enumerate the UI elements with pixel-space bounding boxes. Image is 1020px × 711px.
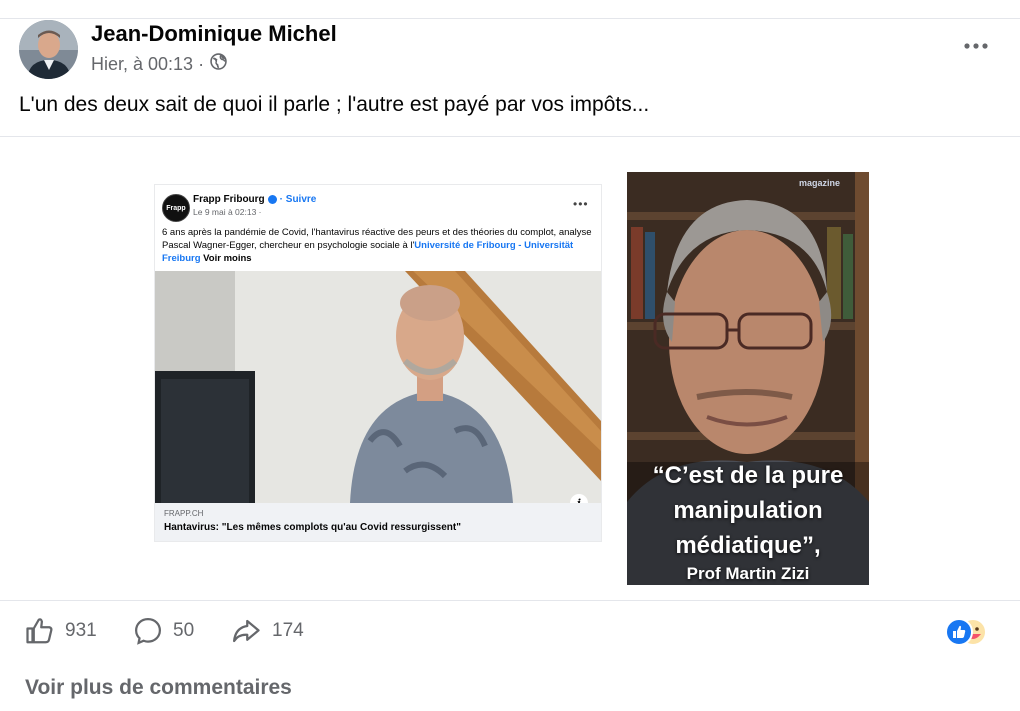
magazine-watermark: magazine [799, 178, 841, 188]
embedded-post-date: Le 9 mai à 02:13 · [193, 207, 262, 217]
link-headline: Hantavirus: "Les mêmes complots qu'au Co… [164, 522, 461, 533]
quote-portrait-image[interactable]: magazine “C’est de la pure manipulation … [627, 172, 869, 585]
action-bar: 931 50 174 [0, 601, 1020, 663]
embedded-post-text: 6 ans après la pandémie de Covid, l'hant… [162, 226, 592, 265]
author-name[interactable]: Jean-Dominique Michel [91, 21, 337, 47]
embedded-ellipsis-icon: ••• [573, 197, 589, 211]
share-button[interactable]: 174 [230, 616, 304, 646]
post-meta: Hier, à 00:13 · [91, 53, 227, 75]
view-more-comments-link[interactable]: Voir plus de commentaires [25, 676, 292, 700]
quote-author: Prof Martin Zizi [686, 564, 810, 583]
comment-button[interactable]: 50 [133, 616, 194, 646]
embedded-link-preview: FRAPP.CH Hantavirus: "Les mêmes complots… [155, 503, 601, 541]
thumbs-up-icon [26, 618, 53, 644]
share-count: 174 [272, 620, 304, 641]
embedded-post-screenshot[interactable]: Frapp Frapp Fribourg · Suivre Le 9 mai à… [155, 185, 601, 541]
embedded-see-less: Voir moins [203, 253, 252, 264]
link-domain: FRAPP.CH [164, 509, 204, 518]
more-options-button[interactable] [958, 32, 994, 60]
frapp-logo: Frapp [162, 194, 190, 222]
quote-line-2: manipulation [673, 497, 823, 524]
post-caption: L'un des deux sait de quoi il parle ; l'… [19, 93, 650, 116]
embedded-article-photo [155, 271, 601, 503]
top-divider [0, 18, 1020, 19]
facebook-post: Jean-Dominique Michel Hier, à 00:13 · L'… [0, 0, 1020, 711]
author-avatar[interactable] [19, 20, 78, 79]
like-button[interactable]: 931 [25, 616, 97, 646]
embedded-follow-link: · Suivre [279, 194, 317, 205]
ellipsis-icon [964, 43, 988, 49]
embedded-page-name: Frapp Fribourg [193, 194, 265, 205]
verified-badge-icon [267, 195, 277, 204]
quote-line-1: “C’est de la pure [652, 462, 844, 489]
post-timestamp[interactable]: Hier, à 00:13 · [91, 54, 204, 75]
like-count: 931 [65, 620, 97, 641]
reaction-summary[interactable] [945, 618, 1001, 646]
embedded-page-header: Frapp Fribourg · Suivre [193, 194, 316, 205]
globe-icon [210, 53, 227, 75]
share-icon [233, 619, 260, 643]
quote-line-3: médiatique”, [675, 532, 821, 559]
comment-count: 50 [173, 620, 195, 641]
quote-text: “C’est de la pure manipulation médiatiqu… [627, 458, 869, 563]
comment-icon [134, 617, 162, 645]
